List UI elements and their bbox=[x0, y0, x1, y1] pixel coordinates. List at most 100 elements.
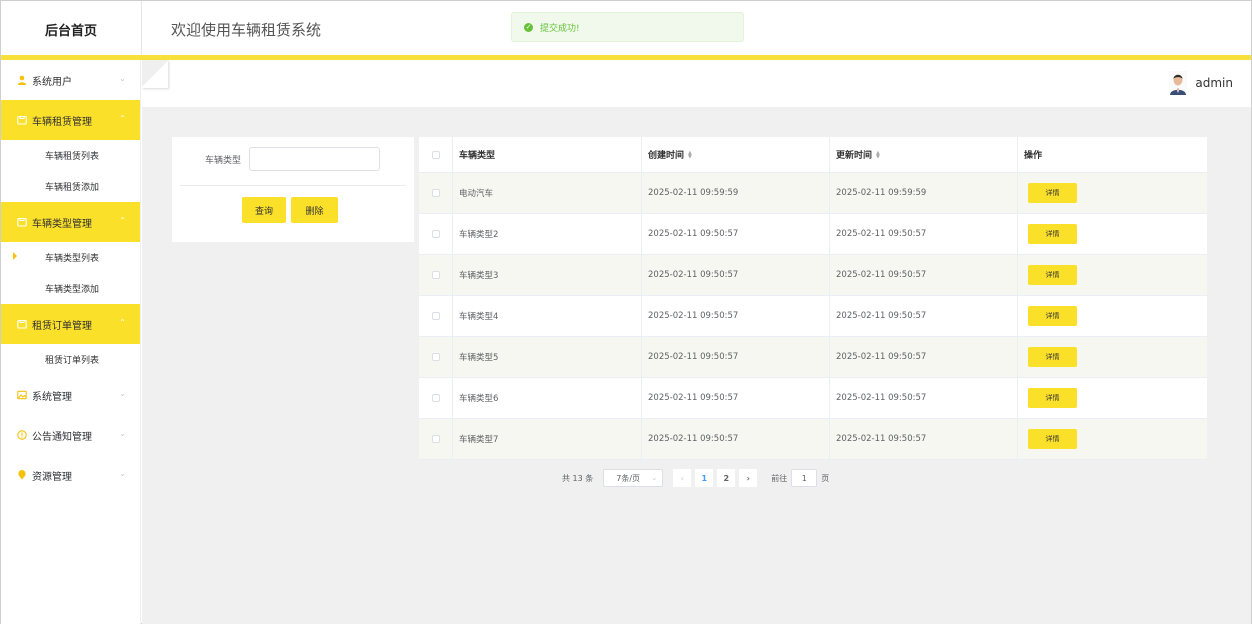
avatar bbox=[1169, 71, 1188, 95]
checkbox-cell bbox=[419, 419, 453, 459]
row-checkbox[interactable] bbox=[431, 394, 440, 402]
sidebar-item-order-management[interactable]: 租赁订单管理 ⌃ bbox=[1, 304, 140, 344]
sidebar-subitem-rental-add[interactable]: 车辆租赁添加 bbox=[1, 171, 140, 202]
chevron-down-icon: ⌄ bbox=[119, 74, 126, 83]
sidebar-item-label: 车辆类型管理 bbox=[32, 218, 92, 230]
detail-button[interactable]: 详情 bbox=[1028, 224, 1077, 244]
folder-icon bbox=[17, 217, 27, 227]
actions-cell: 详情 bbox=[1018, 378, 1207, 418]
chevron-down-icon: ⌄ bbox=[119, 389, 126, 398]
delete-button[interactable]: 删除 bbox=[291, 197, 338, 223]
row-checkbox[interactable] bbox=[431, 189, 440, 197]
prev-page-button[interactable]: ‹ bbox=[673, 469, 692, 487]
page-1-button[interactable]: 1 bbox=[695, 469, 714, 487]
sidebar-item-system-users[interactable]: 系统用户 ⌄ bbox=[1, 60, 140, 100]
column-header-updated[interactable]: 更新时间 ▲ ▼ bbox=[830, 137, 1018, 172]
search-panel: 车辆类型 查询 删除 bbox=[172, 137, 414, 242]
logo-title[interactable]: 后台首页 bbox=[1, 1, 141, 57]
location-pin-icon bbox=[17, 470, 27, 480]
checkbox-cell bbox=[419, 214, 453, 254]
sidebar-subitem-vehicle-type-list[interactable]: 车辆类型列表 bbox=[1, 242, 140, 273]
sort-icon[interactable]: ▲ ▼ bbox=[688, 150, 692, 159]
table-row: 车辆类型4 2025-02-11 09:50:57 2025-02-11 09:… bbox=[419, 296, 1207, 337]
next-page-button[interactable]: › bbox=[739, 469, 758, 487]
actions-cell: 详情 bbox=[1018, 337, 1207, 377]
table-row: 车辆类型3 2025-02-11 09:50:57 2025-02-11 09:… bbox=[419, 255, 1207, 296]
system-title: 欢迎使用车辆租赁系统 bbox=[171, 21, 322, 39]
sidebar-item-label: 系统用户 bbox=[32, 76, 72, 88]
page-2-button[interactable]: 2 bbox=[717, 469, 736, 487]
detail-button[interactable]: 详情 bbox=[1028, 429, 1077, 449]
header-checkbox-cell bbox=[419, 137, 453, 172]
sidebar-subitem-label: 车辆类型列表 bbox=[45, 254, 100, 264]
checkbox-cell bbox=[419, 378, 453, 418]
user-icon bbox=[17, 75, 27, 85]
chevron-down-icon: ⌄ bbox=[119, 429, 126, 438]
table-row: 车辆类型7 2025-02-11 09:50:57 2025-02-11 09:… bbox=[419, 419, 1207, 460]
pagination: 共 13 条 7条/页 ⌄ ‹ 1 2 › 前往 1 页 bbox=[562, 469, 829, 487]
updated-cell: 2025-02-11 09:50:57 bbox=[830, 296, 1018, 336]
page-suffix: 页 bbox=[821, 473, 830, 483]
actions-cell: 详情 bbox=[1018, 255, 1207, 295]
updated-cell: 2025-02-11 09:50:57 bbox=[830, 255, 1018, 295]
sidebar-item-notice-management[interactable]: 公告通知管理 ⌄ bbox=[1, 415, 140, 455]
select-all-checkbox[interactable] bbox=[431, 150, 440, 159]
sidebar-item-rental-management[interactable]: 车辆租赁管理 ⌃ bbox=[1, 100, 140, 140]
success-toast: ✓ 提交成功! bbox=[511, 12, 744, 42]
row-checkbox[interactable] bbox=[431, 271, 440, 279]
type-cell: 车辆类型2 bbox=[453, 214, 642, 254]
created-cell: 2025-02-11 09:50:57 bbox=[642, 255, 830, 295]
actions-cell: 详情 bbox=[1018, 214, 1207, 254]
sidebar-subitem-label: 车辆租赁列表 bbox=[45, 152, 100, 162]
table-row: 车辆类型2 2025-02-11 09:50:57 2025-02-11 09:… bbox=[419, 214, 1207, 255]
sidebar-item-label: 公告通知管理 bbox=[32, 431, 92, 443]
toast-message: 提交成功! bbox=[540, 23, 580, 34]
type-cell: 车辆类型3 bbox=[453, 255, 642, 295]
collapse-toggle[interactable] bbox=[142, 60, 168, 88]
page-jump-input[interactable]: 1 bbox=[791, 469, 818, 487]
row-checkbox[interactable] bbox=[431, 230, 440, 238]
actions-cell: 详情 bbox=[1018, 173, 1207, 213]
detail-button[interactable]: 详情 bbox=[1028, 265, 1077, 285]
page-size-select[interactable]: 7条/页 ⌄ bbox=[603, 469, 664, 487]
detail-button[interactable]: 详情 bbox=[1028, 347, 1077, 367]
sidebar-subitem-order-list[interactable]: 租赁订单列表 bbox=[1, 344, 140, 375]
chevron-left-icon: ‹ bbox=[680, 473, 684, 483]
sidebar-item-label: 系统管理 bbox=[32, 391, 72, 403]
sidebar-subitem-vehicle-type-add[interactable]: 车辆类型添加 bbox=[1, 273, 140, 304]
detail-button[interactable]: 详情 bbox=[1028, 388, 1077, 408]
checkbox-cell bbox=[419, 173, 453, 213]
vehicle-type-label: 车辆类型 bbox=[205, 156, 242, 166]
secondary-bar bbox=[142, 60, 1251, 107]
row-checkbox[interactable] bbox=[431, 435, 440, 443]
sort-icon[interactable]: ▲ ▼ bbox=[876, 150, 880, 159]
vehicle-type-input[interactable] bbox=[249, 147, 380, 171]
created-cell: 2025-02-11 09:50:57 bbox=[642, 296, 830, 336]
row-checkbox[interactable] bbox=[431, 353, 440, 361]
sidebar-subitem-label: 车辆租赁添加 bbox=[45, 183, 100, 193]
main-content: 车辆类型 查询 删除 车辆类型 创建时间 ▲ ▼ 更新时间 ▲ ▼ 操作 电动汽车 20… bbox=[142, 107, 1251, 624]
checkbox-cell bbox=[419, 337, 453, 377]
created-cell: 2025-02-11 09:59:59 bbox=[642, 173, 830, 213]
chevron-down-icon: ⌄ bbox=[119, 469, 126, 478]
created-cell: 2025-02-11 09:50:57 bbox=[642, 419, 830, 459]
sidebar-subitem-rental-list[interactable]: 车辆租赁列表 bbox=[1, 140, 140, 171]
chevron-right-icon: › bbox=[746, 473, 750, 483]
table-row: 电动汽车 2025-02-11 09:59:59 2025-02-11 09:5… bbox=[419, 173, 1207, 214]
sidebar-item-system-management[interactable]: 系统管理 ⌄ bbox=[1, 375, 140, 415]
user-info[interactable]: admin bbox=[1169, 71, 1233, 95]
column-header-created[interactable]: 创建时间 ▲ ▼ bbox=[642, 137, 830, 172]
sidebar-item-vehicle-type-management[interactable]: 车辆类型管理 ⌃ bbox=[1, 202, 140, 242]
type-cell: 车辆类型7 bbox=[453, 419, 642, 459]
app-window: 后台首页 欢迎使用车辆租赁系统 ✓ 提交成功! 系统用户 ⌄ 车辆租赁管理 ⌃ … bbox=[0, 0, 1252, 624]
table-row: 车辆类型5 2025-02-11 09:50:57 2025-02-11 09:… bbox=[419, 337, 1207, 378]
updated-cell: 2025-02-11 09:50:57 bbox=[830, 214, 1018, 254]
row-checkbox[interactable] bbox=[431, 312, 440, 320]
query-button[interactable]: 查询 bbox=[242, 197, 286, 223]
created-cell: 2025-02-11 09:50:57 bbox=[642, 214, 830, 254]
sidebar-item-label: 车辆租赁管理 bbox=[32, 116, 92, 128]
sidebar-item-resource-management[interactable]: 资源管理 ⌄ bbox=[1, 455, 140, 495]
fold-corner-icon bbox=[142, 60, 168, 88]
detail-button[interactable]: 详情 bbox=[1028, 306, 1077, 326]
detail-button[interactable]: 详情 bbox=[1028, 183, 1077, 203]
